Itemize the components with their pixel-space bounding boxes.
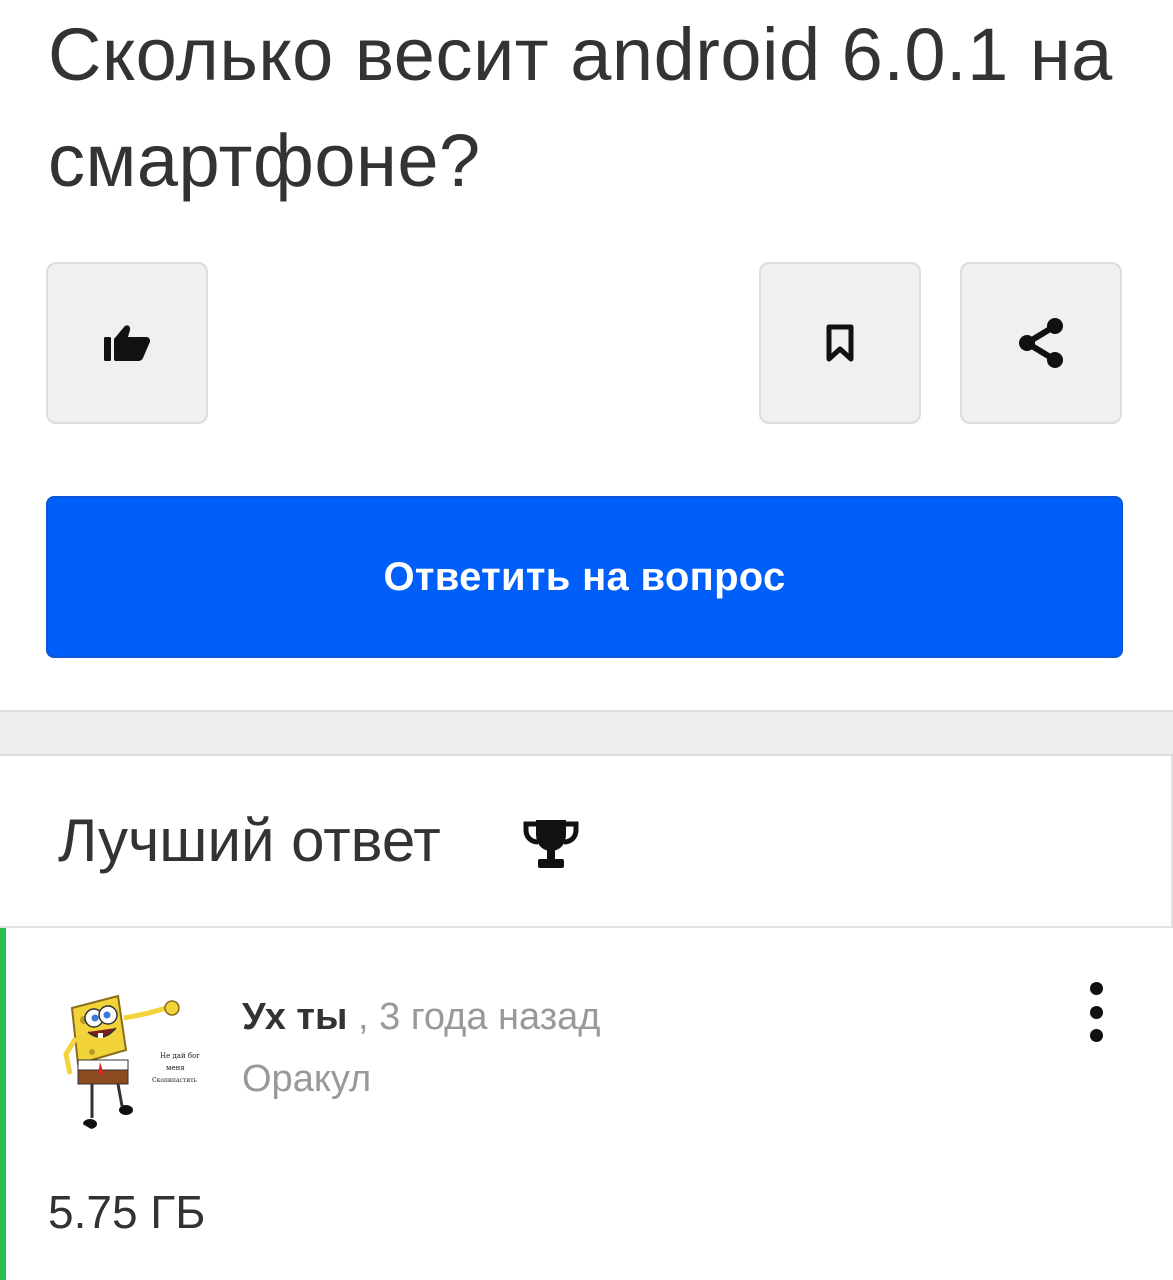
best-answer-heading: Лучший ответ <box>58 807 441 874</box>
best-answer-card: Не дай бог меня Скопипастить Ух ты , 3 г… <box>0 928 1173 1280</box>
svg-text:Не дай бог: Не дай бог <box>160 1052 200 1060</box>
more-options-button[interactable] <box>1074 982 1118 1042</box>
thumbs-up-icon <box>104 325 150 361</box>
share-button[interactable] <box>960 262 1122 424</box>
like-button[interactable] <box>46 262 208 424</box>
author-line: Ух ты , 3 года назад <box>242 992 600 1042</box>
author-rank: Оракул <box>242 1058 372 1100</box>
share-icon <box>1019 318 1063 368</box>
answer-question-button[interactable]: Ответить на вопрос <box>46 496 1123 658</box>
avatar-image: Не дай бог меня Скопипастить <box>48 978 208 1138</box>
best-answer-accent-bar <box>0 928 6 1280</box>
avatar[interactable]: Не дай бог меня Скопипастить <box>48 978 208 1138</box>
more-dot <box>1089 1029 1103 1042</box>
bookmark-button[interactable] <box>759 262 921 424</box>
more-dot <box>1089 1005 1103 1019</box>
author-name[interactable]: Ух ты <box>242 996 347 1038</box>
more-dots-icon <box>1089 982 1103 995</box>
trophy-icon <box>523 820 579 868</box>
bookmark-icon <box>826 324 854 362</box>
svg-text:Скопипастить: Скопипастить <box>152 1077 198 1084</box>
answer-timestamp: 3 года назад <box>379 996 601 1038</box>
section-divider <box>0 710 1173 756</box>
best-answer-header: Лучший ответ <box>0 756 1173 928</box>
svg-text:меня: меня <box>166 1064 185 1072</box>
answer-text: 5.75 ГБ <box>48 1186 206 1238</box>
author-separator: , <box>347 996 380 1038</box>
question-title: Сколько весит android 6.0.1 на смартфоне… <box>48 13 1113 202</box>
